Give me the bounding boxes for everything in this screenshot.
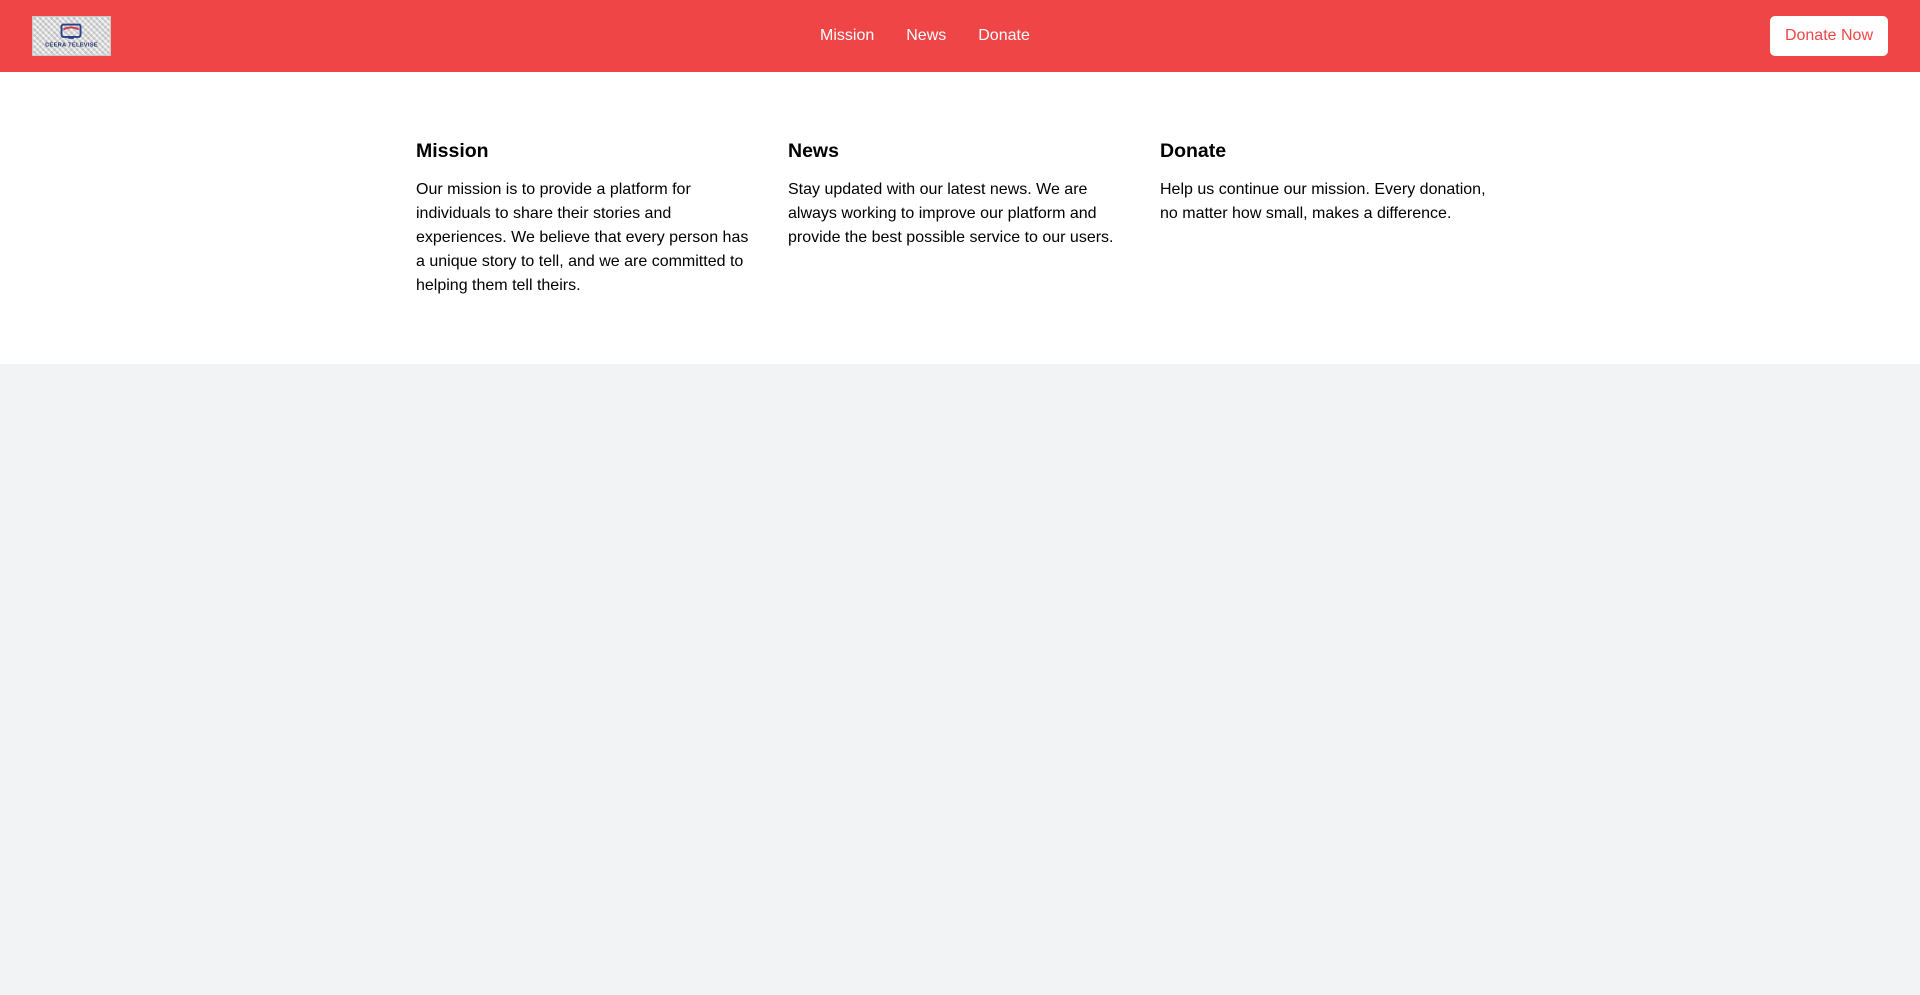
content-panel: Mission Our mission is to provide a plat… xyxy=(0,72,1920,364)
tv-logo-icon: CEERA TELEVISE xyxy=(45,23,98,48)
nav-link-news[interactable]: News xyxy=(906,27,946,45)
donate-now-button[interactable]: Donate Now xyxy=(1769,16,1888,56)
mission-text: Our mission is to provide a platform for… xyxy=(416,181,749,294)
site-logo[interactable]: CEERA TELEVISE xyxy=(32,16,111,56)
donate-section: Donate Help us continue our mission. Eve… xyxy=(1160,138,1504,298)
donate-heading: Donate xyxy=(1160,140,1227,162)
nav-link-donate[interactable]: Donate xyxy=(978,27,1030,45)
news-heading: News xyxy=(788,140,839,162)
nav-link-mission[interactable]: Mission xyxy=(820,27,874,45)
top-navbar: CEERA TELEVISE Mission News Donate Donat… xyxy=(0,0,1920,72)
news-text: Stay updated with our latest news. We ar… xyxy=(788,181,1114,246)
logo-wordmark: CEERA TELEVISE xyxy=(45,42,98,48)
mission-section: Mission Our mission is to provide a plat… xyxy=(416,138,760,298)
donate-text: Help us continue our mission. Every dona… xyxy=(1160,181,1486,222)
mission-heading: Mission xyxy=(416,140,489,162)
news-section: News Stay updated with our latest news. … xyxy=(788,138,1132,298)
main-nav: Mission News Donate xyxy=(820,0,1030,72)
info-columns: Mission Our mission is to provide a plat… xyxy=(416,138,1504,298)
